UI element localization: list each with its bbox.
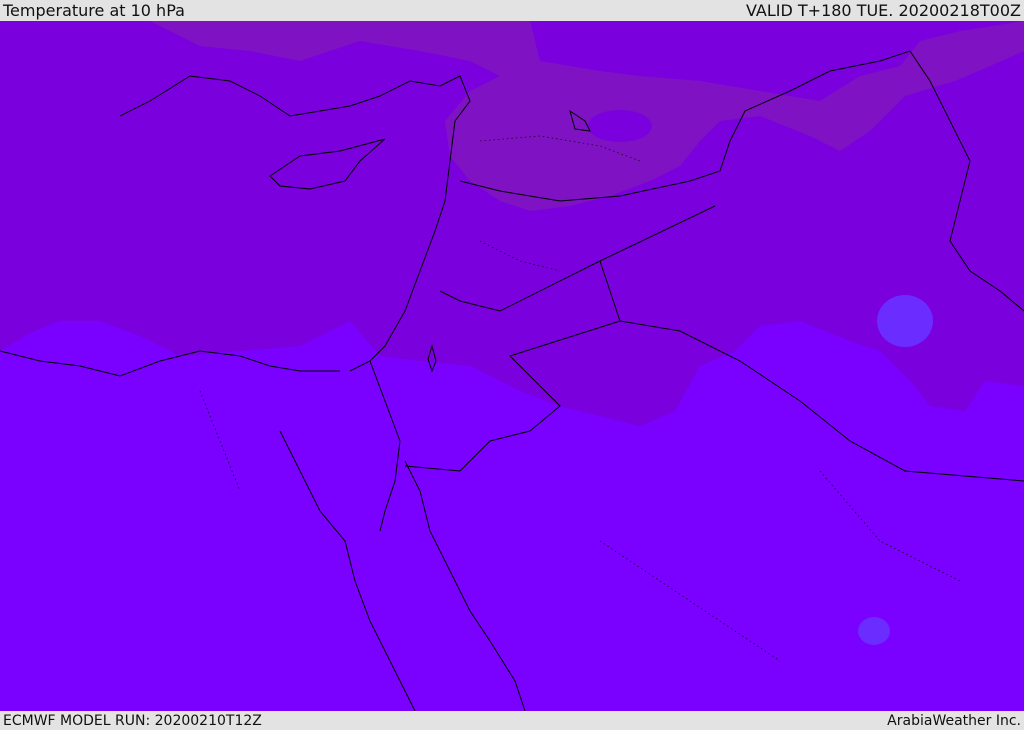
model-run: ECMWF MODEL RUN: 20200210T12Z (3, 713, 262, 729)
valid-time: VALID T+180 TUE. 20200218T00Z (745, 1, 1021, 20)
credit: ArabiaWeather Inc. (887, 713, 1021, 729)
footer-bar: ECMWF MODEL RUN: 20200210T12Z ArabiaWeat… (0, 711, 1024, 729)
map-title: Temperature at 10 hPa (3, 1, 185, 20)
field-pocket-2 (858, 617, 890, 645)
field-pocket-1 (877, 295, 933, 347)
header-bar: Temperature at 10 hPa VALID T+180 TUE. 2… (0, 0, 1024, 21)
weather-map (0, 21, 1024, 711)
field-pocket-3 (588, 110, 652, 142)
